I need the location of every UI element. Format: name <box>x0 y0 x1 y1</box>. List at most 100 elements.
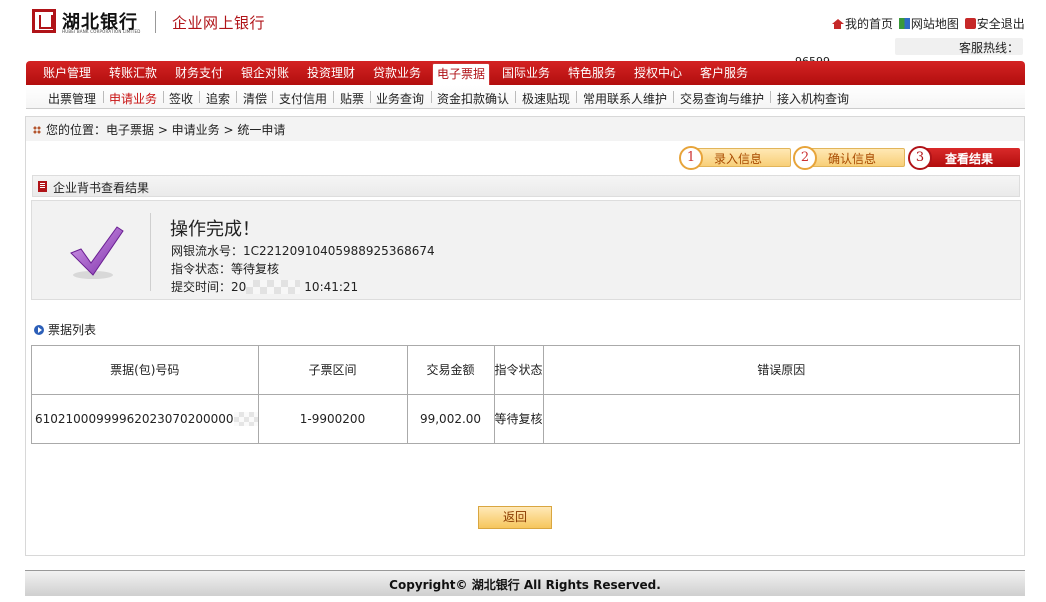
table-header-row: 票据(包)号码 子票区间 交易金额 指令状态 错误原因 <box>31 345 1021 395</box>
document-icon <box>38 181 47 192</box>
subnav-divider <box>431 91 432 103</box>
sitemap-icon[interactable] <box>898 18 910 29</box>
cell-status: 等待复核 <box>493 394 544 444</box>
result-divider <box>150 213 151 291</box>
subnav-divider <box>103 91 104 103</box>
subnav-item-query[interactable]: 业务查询 <box>376 90 424 107</box>
hotline-box: 客服热线： <box>895 38 1023 55</box>
breadcrumb: 您的位置：电子票据 > 申请业务 > 统一申请 <box>33 121 285 138</box>
bank-logo-icon <box>32 9 56 33</box>
nav-item-reconcile[interactable]: 银企对账 <box>233 61 297 85</box>
sitemap-link[interactable]: 网站地图 <box>911 15 959 32</box>
back-button[interactable]: 返回 <box>478 506 552 529</box>
nav-item-transfer[interactable]: 转账汇款 <box>101 61 165 85</box>
status-value: 等待复核 <box>231 262 280 276</box>
step-2: 2 确认信息 <box>793 146 905 170</box>
subnav-item-discount[interactable]: 极速贴现 <box>522 90 570 107</box>
section-title: 企业背书查看结果 <box>53 181 150 195</box>
step-3: 3 查看结果 <box>908 146 1020 170</box>
cell-bill-no: 61021000999962023070200000 <box>31 394 259 444</box>
home-link[interactable]: 我的首页 <box>845 15 893 32</box>
redacted-mask <box>233 412 258 426</box>
serial-line: 网银流水号：1C22120910405988925368674 <box>171 242 435 259</box>
product-name: 企业网上银行 <box>172 14 266 32</box>
nav-item-loan[interactable]: 贷款业务 <box>365 61 429 85</box>
subnav-divider <box>576 91 577 103</box>
subnav-item-org-query[interactable]: 接入机构查询 <box>777 90 849 107</box>
nav-item-auth[interactable]: 授权中心 <box>626 61 690 85</box>
redacted-mask <box>246 280 301 294</box>
page-header: 湖北银行 HUBEI BANK CORPORATION LIMITED 企业网上… <box>0 0 1046 62</box>
subnav-item-credit[interactable]: 支付信用 <box>279 90 327 107</box>
bank-name-en: HUBEI BANK CORPORATION LIMITED <box>62 29 141 34</box>
cell-amount: 99,002.00 <box>406 394 495 444</box>
subnav-divider <box>236 91 237 103</box>
step-2-number: 2 <box>793 146 817 170</box>
col-reason: 错误原因 <box>542 345 1021 395</box>
status-line: 指令状态：等待复核 <box>171 260 279 277</box>
subnav-item-deduct[interactable]: 资金扣款确认 <box>437 90 509 107</box>
hotline-label: 客服热线： <box>958 41 1019 55</box>
time-line: 提交时间：20 10:41:21 <box>171 278 358 295</box>
main-nav: 账户管理 转账汇款 财务支付 银企对账 投资理财 贷款业务 电子票据 国际业务 … <box>26 61 1025 85</box>
subnav-item-settle[interactable]: 清偿 <box>243 90 267 107</box>
step-1: 1 录入信息 <box>679 146 791 170</box>
nav-item-payment[interactable]: 财务支付 <box>167 61 231 85</box>
step-3-number: 3 <box>908 146 932 170</box>
col-status: 指令状态 <box>493 345 544 395</box>
page-footer: Copyright© 湖北银行 All Rights Reserved. <box>25 570 1025 596</box>
col-bill-no: 票据(包)号码 <box>31 345 259 395</box>
subnav-item-sign[interactable]: 签收 <box>169 90 193 107</box>
breadcrumb-text: 您的位置：电子票据 > 申请业务 > 统一申请 <box>46 123 286 137</box>
nav-item-ebill[interactable]: 电子票据 <box>432 63 490 85</box>
subnav-divider <box>370 91 371 103</box>
time-label: 提交时间： <box>171 280 232 294</box>
nav-item-account[interactable]: 账户管理 <box>35 61 99 85</box>
exit-icon[interactable] <box>964 18 976 29</box>
list-title: 票据列表 <box>48 323 97 337</box>
time-prefix: 20 <box>231 280 247 294</box>
subnav-divider <box>673 91 674 103</box>
cell-reason <box>542 394 1021 444</box>
top-links: 我的首页 网站地图 安全退出 <box>832 15 1025 32</box>
logo-divider <box>155 11 156 33</box>
time-suffix: 10:41:21 <box>304 280 359 294</box>
list-header: 票据列表 <box>34 321 96 338</box>
logout-link[interactable]: 安全退出 <box>977 15 1025 32</box>
subnav-divider <box>515 91 516 103</box>
location-icon <box>33 126 41 134</box>
step-2-label: 确认信息 <box>828 152 877 166</box>
subnav-item-issue[interactable]: 出票管理 <box>48 90 96 107</box>
subnav-divider <box>770 91 771 103</box>
serial-label: 网银流水号： <box>171 244 244 258</box>
nav-item-service[interactable]: 客户服务 <box>692 61 756 85</box>
table-row: 61021000999962023070200000 1-9900200 99,… <box>31 394 1021 444</box>
home-icon[interactable] <box>832 18 844 29</box>
col-range: 子票区间 <box>257 345 408 395</box>
subnav-item-ticket[interactable]: 贴票 <box>340 90 364 107</box>
copyright-text: Copyright© 湖北银行 All Rights Reserved. <box>389 578 661 592</box>
subnav-item-tx-query[interactable]: 交易查询与维护 <box>680 90 764 107</box>
bill-table: 票据(包)号码 子票区间 交易金额 指令状态 错误原因 610210009999… <box>31 345 1021 444</box>
content-panel: 您的位置：电子票据 > 申请业务 > 统一申请 1 录入信息 2 确认信息 3 … <box>25 116 1025 556</box>
col-amount: 交易金额 <box>406 345 495 395</box>
step-1-label: 录入信息 <box>714 152 763 166</box>
result-box: 操作完成！ 网银流水号：1C22120910405988925368674 指令… <box>31 200 1021 300</box>
arrow-circle-icon <box>34 325 44 335</box>
subnav-item-apply[interactable]: 申请业务 <box>109 90 157 107</box>
sub-nav: 出票管理 申请业务 签收 追索 清偿 支付信用 贴票 业务查询 资金扣款确认 极… <box>26 85 1025 109</box>
cell-range: 1-9900200 <box>257 394 408 444</box>
success-check-icon <box>70 226 124 279</box>
status-label: 指令状态： <box>171 262 232 276</box>
bill-no-text: 61021000999962023070200000 <box>35 412 234 426</box>
subnav-divider <box>333 91 334 103</box>
nav-item-invest[interactable]: 投资理财 <box>299 61 363 85</box>
subnav-divider <box>163 91 164 103</box>
nav-item-intl[interactable]: 国际业务 <box>494 61 558 85</box>
subnav-divider <box>199 91 200 103</box>
subnav-item-contacts[interactable]: 常用联系人维护 <box>583 90 667 107</box>
subnav-item-recourse[interactable]: 追索 <box>206 90 230 107</box>
nav-item-special[interactable]: 特色服务 <box>560 61 624 85</box>
serial-value: 1C22120910405988925368674 <box>243 244 435 258</box>
section-header: 企业背书查看结果 <box>32 175 1020 197</box>
